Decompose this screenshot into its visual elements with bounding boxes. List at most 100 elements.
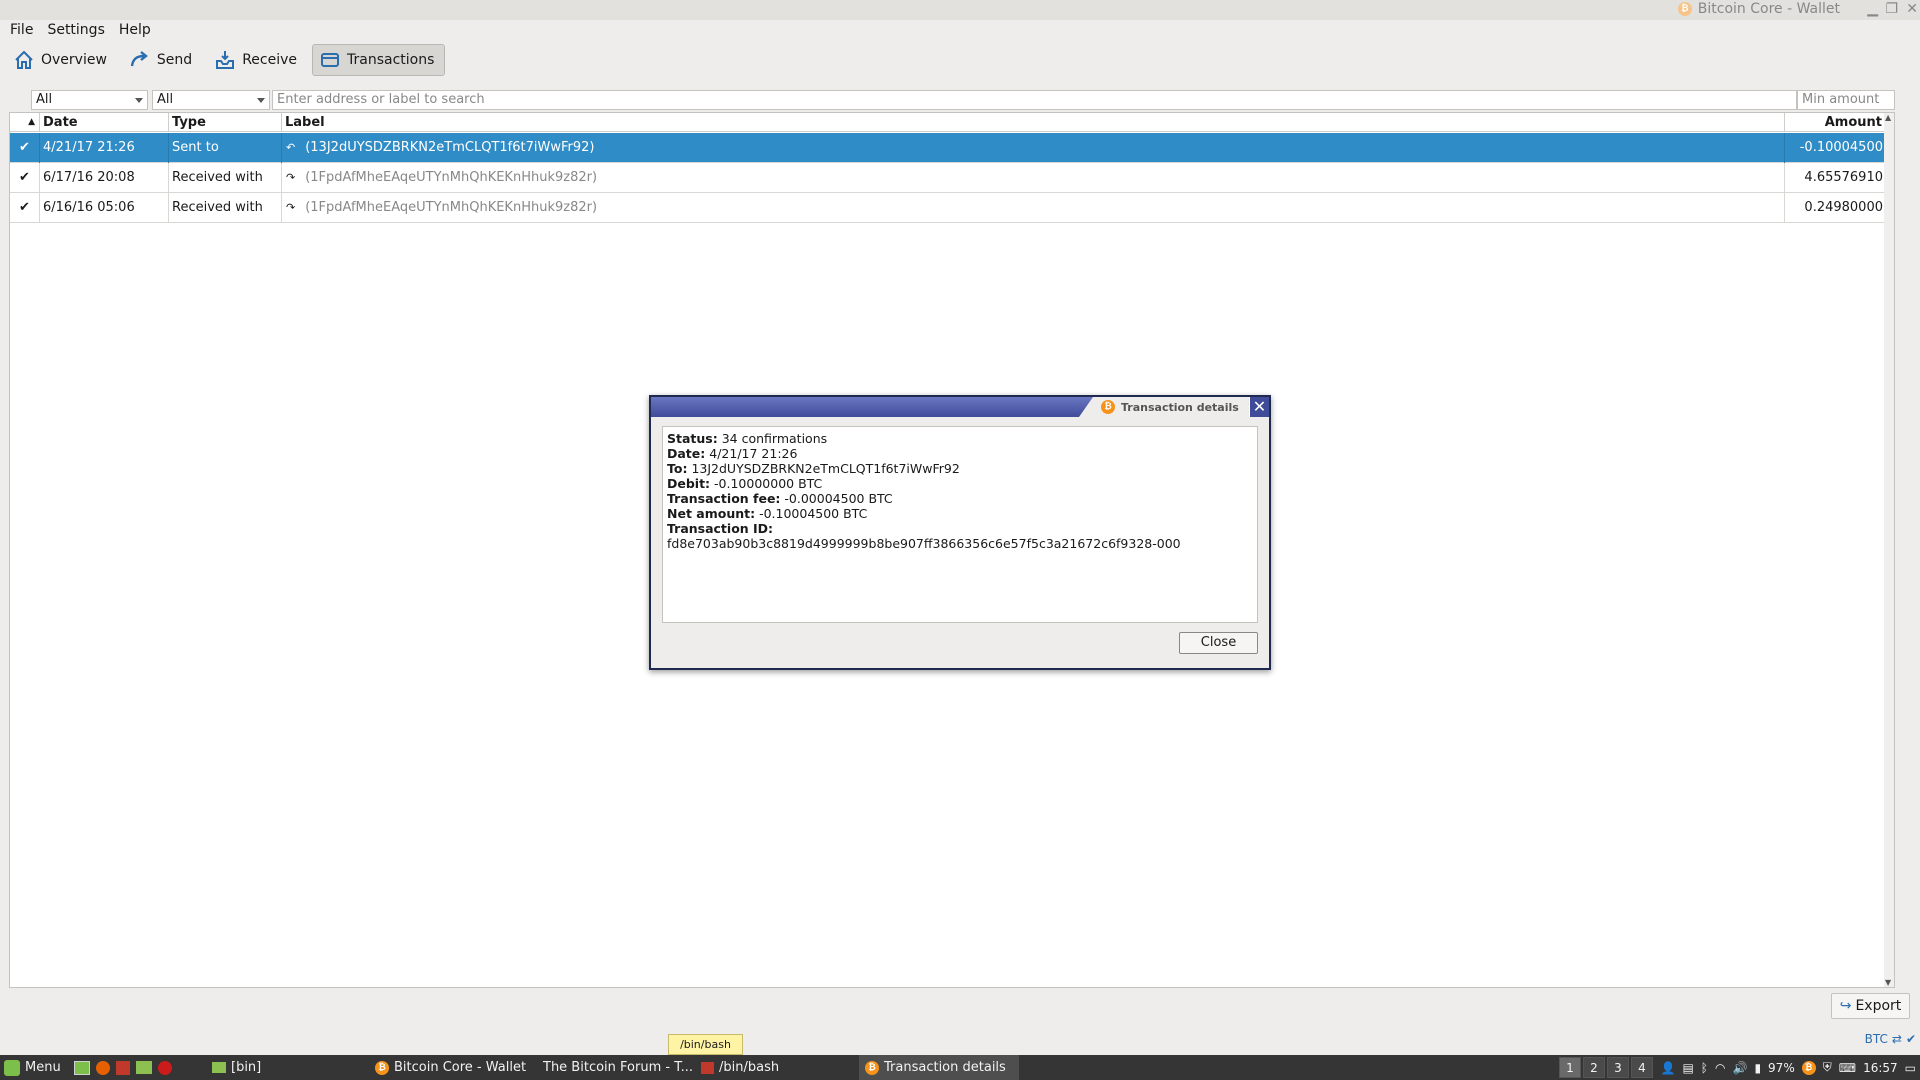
row-amount: 0.24980000 xyxy=(1804,200,1883,215)
sort-ascending-icon[interactable]: ▲ xyxy=(10,113,40,132)
close-button[interactable]: Close xyxy=(1179,632,1258,654)
window-titlebar: ₿ Bitcoin Core - Wallet ▁ ❐ ✕ xyxy=(0,0,1920,20)
app-icon[interactable] xyxy=(116,1060,130,1075)
battery-icon[interactable]: ▮ xyxy=(1754,1061,1761,1075)
to-value: 13J2dUYSDZBRKN2eTmCLQT1f6t7iWwFr92 xyxy=(691,461,960,476)
net-amount-label: Net amount: xyxy=(667,506,756,521)
transactions-button[interactable]: Transactions xyxy=(312,44,446,76)
header-type[interactable]: Type xyxy=(169,113,282,132)
bitcoin-tray-icon[interactable]: ₿ xyxy=(1801,1060,1816,1075)
taskbar-tooltip: /bin/bash xyxy=(668,1034,743,1055)
clock[interactable]: 16:57 xyxy=(1863,1061,1898,1075)
row-amount: -0.10004500 xyxy=(1799,140,1883,155)
date-filter-select[interactable]: All xyxy=(31,90,148,110)
row-label: (13J2dUYSDZBRKN2eTmCLQT1f6t7iWwFr92) xyxy=(305,140,595,155)
min-amount-input[interactable]: Min amount xyxy=(1797,90,1895,110)
sync-check-icon: ✔ xyxy=(1905,1032,1916,1046)
menu-file[interactable]: File xyxy=(10,20,33,40)
battery-level: 97% xyxy=(1768,1060,1795,1075)
date-value: 4/21/17 21:26 xyxy=(709,446,798,461)
dialog-title: Transaction details xyxy=(1121,400,1239,414)
taskbar-item-bin[interactable]: [bin] xyxy=(212,1055,367,1080)
user-icon[interactable]: 👤 xyxy=(1661,1061,1676,1075)
type-filter-select[interactable]: All xyxy=(152,90,270,110)
details-text-area[interactable]: Status: 34 confirmations Date: 4/21/17 2… xyxy=(662,426,1258,623)
start-menu-button[interactable]: Menu xyxy=(4,1055,66,1080)
row-type: Sent to xyxy=(169,133,282,163)
address-search-input[interactable]: Enter address or label to search xyxy=(272,90,1797,110)
row-date: 6/17/16 20:08 xyxy=(40,163,169,193)
chevron-down-icon xyxy=(135,98,143,103)
close-window-icon[interactable]: ✕ xyxy=(1906,1,1918,17)
header-date[interactable]: Date xyxy=(40,113,169,132)
keyboard-icon[interactable]: ⌨ xyxy=(1839,1061,1856,1075)
menu-settings[interactable]: Settings xyxy=(47,20,104,40)
network-activity-icon: ⇄ xyxy=(1891,1032,1902,1046)
send-button[interactable]: Send xyxy=(122,44,203,76)
taskbar-item-bash[interactable]: /bin/bash xyxy=(701,1055,851,1080)
receive-inbox-icon xyxy=(216,51,235,69)
taskbar-item-forum[interactable]: The Bitcoin Forum - T... xyxy=(538,1055,693,1080)
mint-logo-icon xyxy=(4,1059,20,1076)
show-desktop-icon[interactable]: ▭ xyxy=(1905,1061,1916,1075)
fee-value: -0.00004500 BTC xyxy=(784,491,893,506)
scroll-up-icon[interactable]: ▲ xyxy=(1885,113,1891,122)
bluetooth-icon[interactable]: ᛒ xyxy=(1701,1061,1708,1075)
bitcoin-icon: ₿ xyxy=(375,1060,389,1075)
table-row[interactable]: ✔ 6/16/16 05:06 Received with ↷ (1FpdAfMh… xyxy=(10,193,1886,223)
menu-help[interactable]: Help xyxy=(119,20,151,40)
row-date: 6/16/16 05:06 xyxy=(40,193,169,223)
row-type: Received with xyxy=(169,163,282,193)
received-arrow-icon: ↷ xyxy=(286,201,296,214)
export-arrow-icon: ↪ xyxy=(1839,998,1852,1014)
opera-icon[interactable] xyxy=(158,1060,172,1075)
chevron-down-icon xyxy=(257,98,265,103)
minimize-icon[interactable]: ▁ xyxy=(1867,1,1878,17)
status-label: Status: xyxy=(667,431,718,446)
workspace-2[interactable]: 2 xyxy=(1583,1057,1605,1078)
header-amount[interactable]: Amount (BTC) xyxy=(1785,113,1886,149)
row-label-cell: ↶ (13J2dUYSDZBRKN2eTmCLQT1f6t7iWwFr92) xyxy=(282,133,1785,163)
home-icon xyxy=(15,50,33,69)
bitcoin-icon: ₿ xyxy=(1677,2,1692,16)
unit-selector[interactable]: BTC xyxy=(1865,1032,1888,1046)
row-label-cell: ↷ (1FpdAfMheEAqeUTYnMhQhKEKnHhuk9z82r) xyxy=(282,193,1785,223)
maximize-icon[interactable]: ❐ xyxy=(1885,1,1898,17)
status-value: 34 confirmations xyxy=(721,431,828,446)
wifi-icon[interactable]: ◠ xyxy=(1715,1061,1725,1075)
close-icon[interactable]: ✕ xyxy=(1249,397,1269,417)
workspace-3[interactable]: 3 xyxy=(1607,1057,1629,1078)
txid-value: fd8e703ab90b3c8819d4999999b8be907ff38663… xyxy=(667,536,1181,551)
bitcoin-icon: ₿ xyxy=(865,1060,879,1075)
taskbar-item-wallet[interactable]: ₿ Bitcoin Core - Wallet xyxy=(375,1055,530,1080)
notes-icon[interactable]: ▤ xyxy=(1682,1061,1693,1075)
terminal-icon[interactable] xyxy=(74,1060,90,1075)
bitcoin-icon: ₿ xyxy=(1101,400,1115,414)
vertical-scrollbar[interactable]: ▲ ▼ xyxy=(1884,113,1894,987)
export-button[interactable]: ↪ Export xyxy=(1831,993,1910,1019)
receive-button[interactable]: Receive xyxy=(207,44,308,76)
taskbar-item-transaction-details[interactable]: ₿ Transaction details xyxy=(859,1055,1019,1080)
table-row[interactable]: ✔ 6/17/16 20:08 Received with ↷ (1FpdAfMh… xyxy=(10,163,1886,193)
dialog-titlebar[interactable]: ₿ Transaction details ✕ xyxy=(651,397,1269,417)
scroll-down-icon[interactable]: ▼ xyxy=(1885,978,1891,987)
row-label: (1FpdAfMheEAqeUTYnMhQhKEKnHhuk9z82r) xyxy=(305,200,598,215)
overview-button[interactable]: Overview xyxy=(6,44,118,76)
firefox-icon[interactable] xyxy=(96,1060,110,1075)
status-bar-right: BTC ⇄ ✔ xyxy=(1865,1032,1916,1046)
header-label[interactable]: Label xyxy=(282,113,1785,132)
menubar: File Settings Help xyxy=(0,20,1920,40)
shield-icon[interactable]: ⛨ xyxy=(1823,1060,1832,1075)
transactions-card-icon xyxy=(321,53,339,67)
taskbar: Menu [bin] ₿ Bitcoin Core - Wallet The B… xyxy=(0,1055,1920,1080)
row-label-cell: ↷ (1FpdAfMheEAqeUTYnMhQhKEKnHhuk9z82r) xyxy=(282,163,1785,193)
volume-icon[interactable]: 🔊 xyxy=(1732,1061,1747,1075)
files-folder-icon[interactable] xyxy=(136,1061,152,1074)
confirmed-check-icon: ✔ xyxy=(10,163,40,193)
terminal-icon xyxy=(701,1061,714,1074)
workspace-1[interactable]: 1 xyxy=(1559,1057,1581,1078)
confirmed-check-icon: ✔ xyxy=(10,133,40,163)
row-label: (1FpdAfMheEAqeUTYnMhQhKEKnHhuk9z82r) xyxy=(305,170,598,185)
table-row[interactable]: ✔ 4/21/17 21:26 Sent to ↶ (13J2dUYSDZBRKN… xyxy=(10,133,1886,163)
workspace-4[interactable]: 4 xyxy=(1631,1057,1653,1078)
